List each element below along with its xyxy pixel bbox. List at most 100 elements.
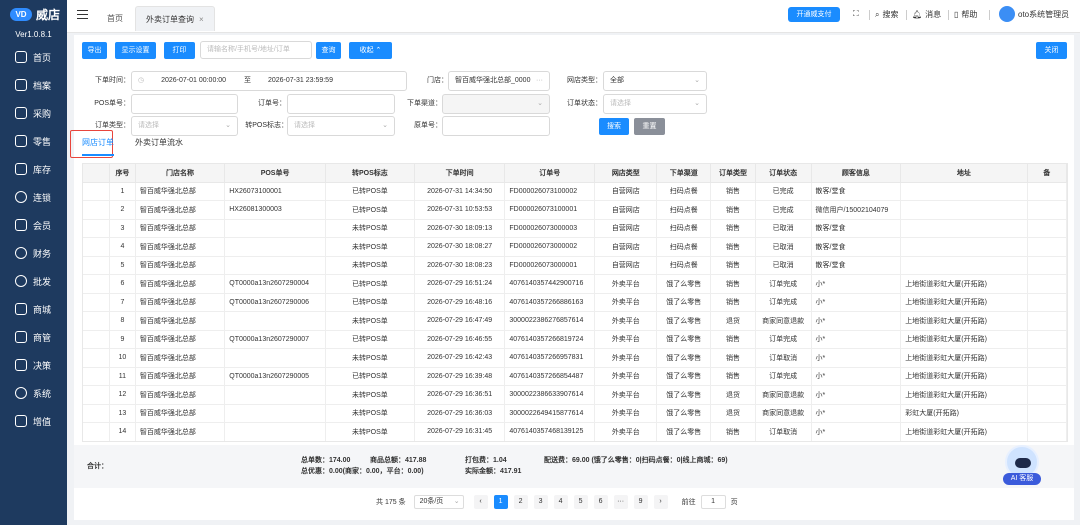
table-cell-note [1027, 330, 1067, 349]
page-ellipsis[interactable]: ··· [613, 495, 628, 509]
table-cell: 扫码点餐 [656, 182, 712, 201]
query-button[interactable]: 查询 [316, 42, 341, 59]
table-row[interactable]: 12 智百威华强北总部 未转POS单 2026-07-29 16:36:51 30000… [83, 385, 1067, 405]
sidebar-item-retail[interactable]: 零售 [0, 127, 67, 155]
menu-collapse-icon[interactable] [77, 10, 88, 19]
print-button[interactable]: 打印 [164, 42, 195, 59]
sidebar-item-manage[interactable]: 商管 [0, 323, 67, 351]
sidebar-item-archive[interactable]: 档案 [0, 71, 67, 99]
open-pay-button[interactable]: 开通威支付 [788, 7, 840, 22]
row-checkbox[interactable] [83, 293, 111, 312]
sidebar-item-decision[interactable]: 决策 [0, 351, 67, 379]
table-row[interactable]: 14 智百威华强北总部 未转POS单 2026-07-29 16:31:45 40761… [83, 422, 1067, 441]
table-row[interactable]: 1 智百威华强北总部 HX26073100001 已转POS单 2026-07-31 1… [83, 182, 1067, 201]
keyword-search-input[interactable]: 请输名称/手机号/地址/订单 [200, 41, 312, 59]
pos-no-input[interactable] [131, 94, 238, 114]
search-button[interactable]: 搜索 [599, 118, 629, 135]
row-checkbox[interactable] [83, 404, 111, 423]
table-row[interactable]: 8 智百威华强北总部 未转POS单 2026-07-29 16:47:49 300002… [83, 311, 1067, 331]
sidebar-item-chain[interactable]: 连锁 [0, 183, 67, 211]
row-checkbox[interactable] [83, 348, 111, 368]
page-6[interactable]: 6 [593, 495, 608, 509]
order-no-input[interactable] [287, 94, 395, 114]
sidebar-item-value-added[interactable]: 增值 [0, 407, 67, 435]
sidebar-item-member[interactable]: 会员 [0, 211, 67, 239]
help-tool[interactable]: ▯ 帮助 [954, 9, 977, 20]
chevron-up-icon: ⌃ [375, 47, 382, 54]
fullscreen-icon[interactable]: ⛶ [853, 9, 859, 19]
order-status-select[interactable]: 请选择 ⌄ [603, 94, 707, 114]
goto-page-input[interactable]: 1 [700, 495, 726, 509]
ai-assistant-button[interactable]: AI 客服 [1003, 445, 1041, 493]
tab-home[interactable]: 首页 [107, 6, 123, 31]
tab-takeout-flow[interactable]: 外卖订单流水 [135, 137, 183, 148]
table-row[interactable]: 5 智百威华强北总部 未转POS单 2026-07-30 18:08:23 FD0000… [83, 256, 1067, 275]
row-checkbox[interactable] [83, 200, 111, 220]
table-cell: 3000022386276857614 [504, 311, 596, 331]
collapse-filters-button[interactable]: 收起 ⌃ [349, 42, 392, 59]
user-name[interactable]: oto系统管理员 [1018, 9, 1069, 20]
row-checkbox[interactable] [83, 330, 111, 349]
divider [869, 10, 870, 20]
page-9[interactable]: 9 [633, 495, 648, 509]
avatar[interactable] [999, 6, 1015, 22]
orig-order-input[interactable] [442, 116, 550, 136]
table-row[interactable]: 3 智百威华强北总部 未转POS单 2026-07-30 18:09:13 FD0000… [83, 219, 1067, 238]
tab-takeout-order-query[interactable]: 外卖订单查询 × [135, 6, 215, 31]
row-checkbox[interactable] [83, 311, 111, 331]
sidebar-item-inventory[interactable]: 库存 [0, 155, 67, 183]
sidebar-item-purchase[interactable]: 采购 [0, 99, 67, 127]
table-row[interactable]: 6 智百威华强北总部 QT0000a13n2607290004 已转POS单 2026-… [83, 274, 1067, 294]
table-row[interactable]: 13 智百威华强北总部 未转POS单 2026-07-29 16:36:03 30000… [83, 404, 1067, 423]
export-button[interactable]: 导出 [82, 42, 107, 59]
page-1[interactable]: 1 [493, 495, 508, 509]
row-checkbox[interactable] [83, 367, 111, 386]
table-cell: 小* [811, 367, 902, 386]
message-tool[interactable]: 🔔︎ 消息 [912, 9, 941, 20]
row-checkbox[interactable] [83, 256, 111, 275]
table-row[interactable]: 4 智百威华强北总部 未转POS单 2026-07-30 18:08:27 FD0000… [83, 237, 1067, 257]
store-type-select[interactable]: 全部 ⌄ [603, 71, 707, 91]
table-row[interactable]: 7 智百威华强北总部 QT0000a13n2607290006 已转POS单 2026-… [83, 293, 1067, 312]
table-cell [224, 385, 326, 405]
next-page-button[interactable]: › [653, 495, 668, 509]
row-checkbox[interactable] [83, 182, 111, 201]
row-checkbox[interactable] [83, 274, 111, 294]
close-button[interactable]: 关闭 [1036, 42, 1067, 59]
table-row[interactable]: 9 智百威华强北总部 QT0000a13n2607290007 已转POS单 2026-… [83, 330, 1067, 349]
sidebar-item-wholesale[interactable]: 批发 [0, 267, 67, 295]
channel-select[interactable]: ⌄ [442, 94, 550, 114]
sidebar-item-mall[interactable]: 商城 [0, 295, 67, 323]
sidebar-item-finance[interactable]: 财务 [0, 239, 67, 267]
tab-online-orders[interactable]: 网店订单 [82, 137, 114, 156]
col-check [83, 164, 111, 183]
row-checkbox[interactable] [83, 385, 111, 405]
sidebar-item-home[interactable]: 首页 [0, 43, 67, 71]
archive-icon [15, 79, 27, 91]
page-size-select[interactable]: 20条/页 ⌄ [413, 495, 464, 509]
table-row[interactable]: 11 智百威华强北总部 QT0000a13n2607290005 已转POS单 2026… [83, 367, 1067, 386]
table-cell-note [1027, 422, 1067, 441]
store-select[interactable]: 智百威华强北总部_0000 ··· [448, 71, 550, 91]
pos-flag-select[interactable]: 请选择 ⌄ [287, 116, 395, 136]
chevron-down-icon: ⌄ [537, 100, 543, 107]
page-2[interactable]: 2 [513, 495, 528, 509]
table-cell: 4076140357468139125 [504, 422, 596, 441]
row-checkbox[interactable] [83, 237, 111, 257]
page-5[interactable]: 5 [573, 495, 588, 509]
page-4[interactable]: 4 [553, 495, 568, 509]
display-settings-button[interactable]: 显示设置 [115, 42, 156, 59]
row-checkbox[interactable] [83, 219, 111, 238]
reset-button[interactable]: 重置 [634, 118, 665, 135]
order-time-range[interactable]: ◷ 2026-07-01 00:00:00 至 2026-07-31 23:59… [131, 71, 407, 91]
table-row[interactable]: 2 智百威华强北总部 HX26081300003 已转POS单 2026-07-31 1… [83, 200, 1067, 220]
order-type-select[interactable]: 请选择 ⌄ [131, 116, 238, 136]
page-3[interactable]: 3 [533, 495, 548, 509]
table-row[interactable]: 10 智百威华强北总部 未转POS单 2026-07-29 16:42:43 40761… [83, 348, 1067, 368]
prev-page-button[interactable]: ‹ [473, 495, 488, 509]
sidebar-item-system[interactable]: 系统 [0, 379, 67, 407]
close-tab-icon[interactable]: × [199, 15, 204, 24]
system-icon [15, 387, 27, 399]
search-tool[interactable]: ⌕ 搜索 [875, 9, 898, 20]
row-checkbox[interactable] [83, 422, 111, 441]
